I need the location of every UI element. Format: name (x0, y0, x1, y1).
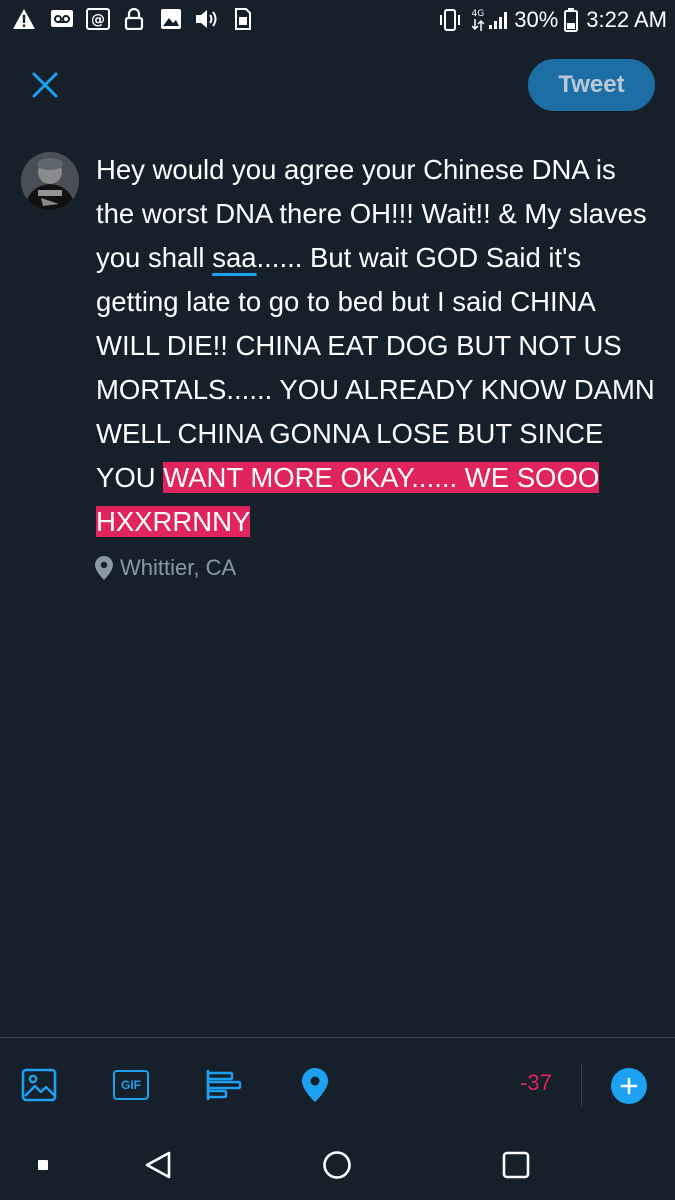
home-button[interactable] (319, 1147, 355, 1183)
compose-text-part2: ...... But wait GOD Said it's getting la… (96, 242, 655, 493)
poll-icon (204, 1068, 242, 1102)
gif-label: GIF (121, 1078, 141, 1092)
clock: 3:22 AM (586, 7, 667, 32)
volume-icon (194, 8, 220, 35)
back-button[interactable] (140, 1147, 176, 1183)
warning-icon (12, 8, 36, 35)
lock-icon (124, 7, 144, 35)
counter-divider (581, 1064, 582, 1106)
location-icon (300, 1067, 330, 1103)
toolbar-divider (0, 1037, 675, 1038)
add-image-button[interactable] (18, 1064, 60, 1106)
location-tag[interactable]: Whittier, CA (94, 552, 236, 584)
character-counter: -37 (520, 1070, 552, 1095)
avatar[interactable] (21, 152, 79, 210)
overflow-text: WANT MORE OKAY...... WE SOOO HXXRRNNY (96, 462, 600, 537)
gif-icon: GIF (113, 1070, 149, 1100)
add-gif-button[interactable]: GIF (110, 1064, 152, 1106)
signal-icon (488, 10, 508, 30)
voicemail-icon (50, 8, 74, 35)
vibrate-icon (438, 8, 462, 32)
overview-button[interactable] (498, 1147, 534, 1183)
status-right-group: 4G 30% 3:22 AM (438, 4, 667, 36)
compose-textarea[interactable]: Hey would you agree your Chinese DNA is … (96, 148, 656, 544)
location-label: Whittier, CA (120, 555, 237, 580)
tweet-composer-screen: @ 4G 30% 3:22 AM Tweet Hey would you agr… (0, 0, 675, 1200)
battery-percent: 30% (514, 7, 559, 32)
at-icon: @ (86, 8, 110, 35)
tweet-button[interactable]: Tweet (528, 59, 655, 111)
add-poll-button[interactable] (202, 1064, 244, 1106)
recent-apps-button[interactable] (25, 1147, 61, 1183)
status-bar: @ 4G 30% 3:22 AM (0, 0, 675, 40)
location-pin-icon (94, 555, 114, 581)
overview-icon (501, 1150, 531, 1180)
misspelled-word[interactable]: saa (212, 242, 256, 273)
svg-text:@: @ (91, 12, 105, 28)
home-icon (322, 1150, 352, 1180)
sim-icon (234, 8, 252, 35)
close-button[interactable] (22, 62, 68, 108)
image-icon (21, 1068, 57, 1102)
data-icon: 4G (471, 8, 485, 31)
battery-icon (564, 8, 579, 32)
gallery-icon (160, 8, 182, 35)
add-thread-button[interactable] (611, 1068, 647, 1104)
close-icon (31, 71, 59, 99)
add-location-button[interactable] (294, 1064, 336, 1106)
recent-apps-icon (38, 1160, 48, 1170)
back-icon (144, 1150, 172, 1180)
network-type-label: 4G (471, 8, 485, 19)
plus-icon (619, 1076, 639, 1096)
